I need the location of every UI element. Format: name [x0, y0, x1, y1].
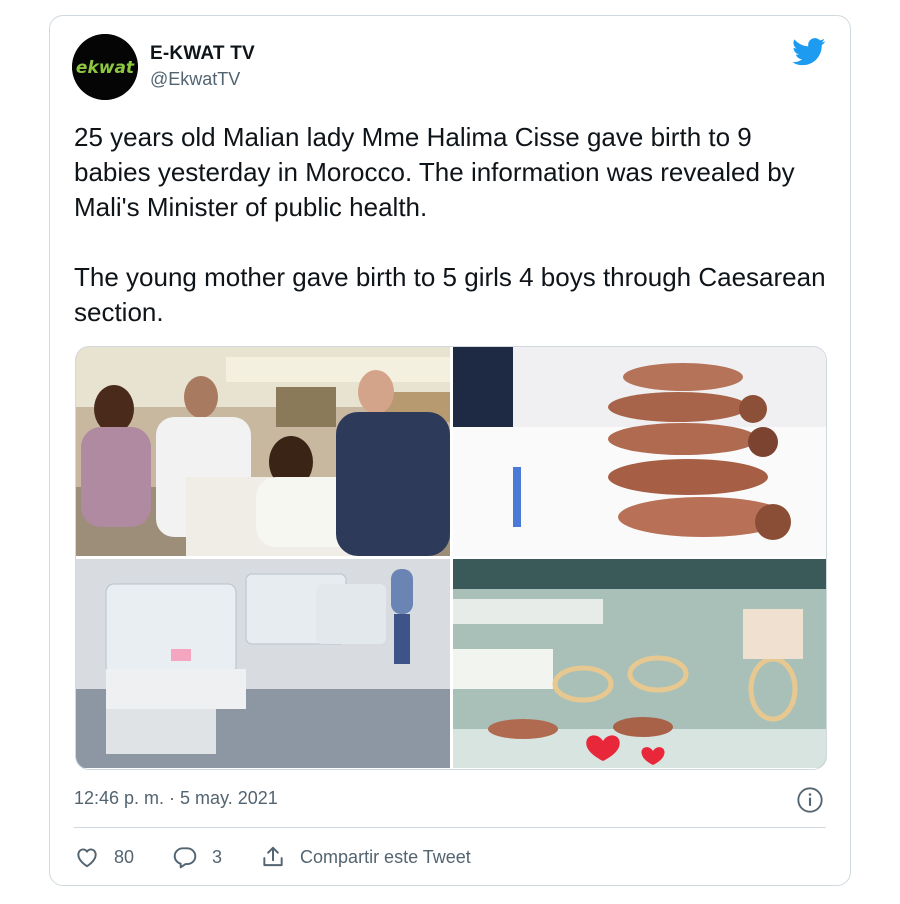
photo-newborns[interactable] — [453, 347, 826, 556]
media-grid — [75, 346, 827, 770]
share-icon — [263, 846, 283, 867]
photo-mother-doctors[interactable] — [76, 347, 450, 556]
heart-icon — [77, 848, 97, 868]
divider — [74, 827, 826, 828]
reply-button[interactable]: 3 — [172, 844, 222, 870]
photo-incubator-room[interactable] — [76, 559, 450, 768]
handle[interactable]: @EkwatTV — [150, 66, 255, 92]
author-block[interactable]: E-KWAT TV @EkwatTV — [150, 42, 255, 92]
twitter-bird-icon[interactable] — [792, 38, 826, 66]
avatar[interactable]: ekwat — [72, 34, 138, 100]
reply-count: 3 — [212, 846, 223, 867]
logo-text: ekwat — [76, 58, 135, 78]
action-bar: 80 3 Compartir este Tweet — [74, 842, 471, 872]
share-label: Compartir este Tweet — [300, 846, 471, 867]
tweet-text: 25 years old Malian lady Mme Halima Ciss… — [74, 120, 834, 330]
like-count: 80 — [114, 846, 135, 867]
tweet-paragraph-2: The young mother gave birth to 5 girls 4… — [74, 262, 826, 327]
like-button[interactable]: 80 — [74, 844, 134, 870]
reply-icon — [173, 847, 197, 869]
photo-incubator-closeup[interactable] — [453, 559, 826, 768]
ekwat-logo: ekwat — [72, 34, 138, 100]
info-icon[interactable] — [796, 786, 824, 814]
tweet-paragraph-1: 25 years old Malian lady Mme Halima Ciss… — [74, 122, 795, 222]
timestamp[interactable]: 12:46 p. m. · 5 may. 2021 — [74, 788, 278, 809]
tweet-card[interactable]: ekwat E-KWAT TV @EkwatTV 25 years old Ma… — [49, 15, 851, 886]
display-name[interactable]: E-KWAT TV — [150, 42, 255, 66]
share-button[interactable]: Compartir este Tweet — [260, 844, 471, 870]
